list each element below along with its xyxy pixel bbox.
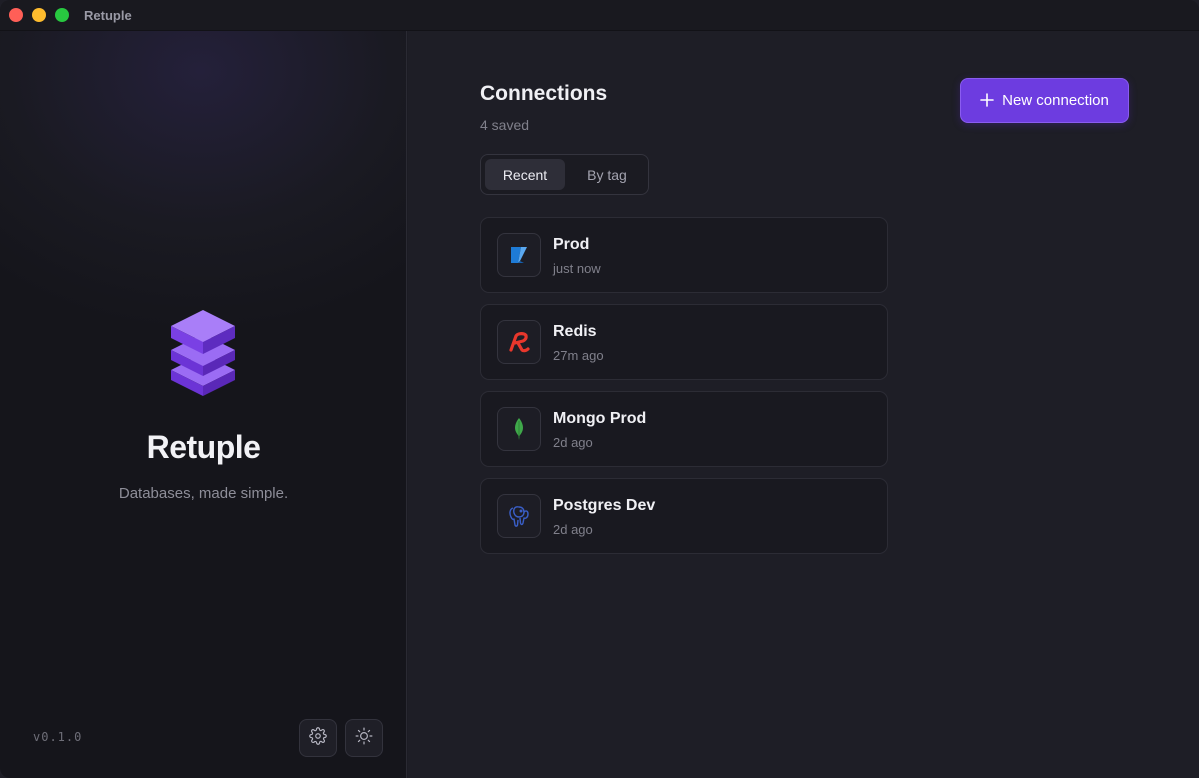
window-title: Retuple [84,8,132,23]
connection-name: Postgres Dev [553,497,656,514]
app-logo-icon [169,308,239,398]
azure-sql-icon [497,233,541,277]
postgres-elephant-icon [497,494,541,538]
tab-recent[interactable]: Recent [485,159,565,190]
connection-name: Prod [553,236,590,253]
redis-icon [497,320,541,364]
connection-card[interactable]: Redis 27m ago [480,304,888,380]
mongodb-leaf-icon [497,407,541,451]
connection-time: 2d ago [553,522,593,537]
plus-icon [980,92,994,110]
sun-icon [355,727,373,750]
view-tabs: Recent By tag [480,154,649,195]
connection-card[interactable]: Prod just now [480,217,888,293]
minimize-window-button[interactable] [32,8,46,22]
connection-name: Redis [553,323,597,340]
connection-time: 2d ago [553,435,593,450]
connection-name: Mongo Prod [553,410,647,427]
new-connection-label: New connection [1002,92,1109,109]
connection-card[interactable]: Postgres Dev 2d ago [480,478,888,554]
theme-toggle-button[interactable] [345,719,383,757]
new-connection-button[interactable]: New connection [960,78,1129,123]
maximize-window-button[interactable] [55,8,69,22]
title-bar: Retuple [0,0,1199,31]
version-label: v0.1.0 [33,730,83,744]
connection-time: 27m ago [553,348,604,363]
settings-button[interactable] [299,719,337,757]
page-title: Connections [480,82,608,105]
main-panel: Connections 4 saved New connection Recen… [408,31,1199,778]
close-window-button[interactable] [9,8,23,22]
saved-count: 4 saved [480,117,530,133]
gear-icon [309,726,327,750]
brand-tagline: Databases, made simple. [118,485,289,502]
connection-card[interactable]: Mongo Prod 2d ago [480,391,888,467]
connection-time: just now [553,261,601,276]
sidebar: Retuple Databases, made simple. v0.1.0 [0,31,407,778]
app-window: Retuple Retuple Databases, made simple. … [0,0,1199,778]
brand-name: Retuple [146,429,261,465]
tab-by-tag[interactable]: By tag [569,159,645,190]
